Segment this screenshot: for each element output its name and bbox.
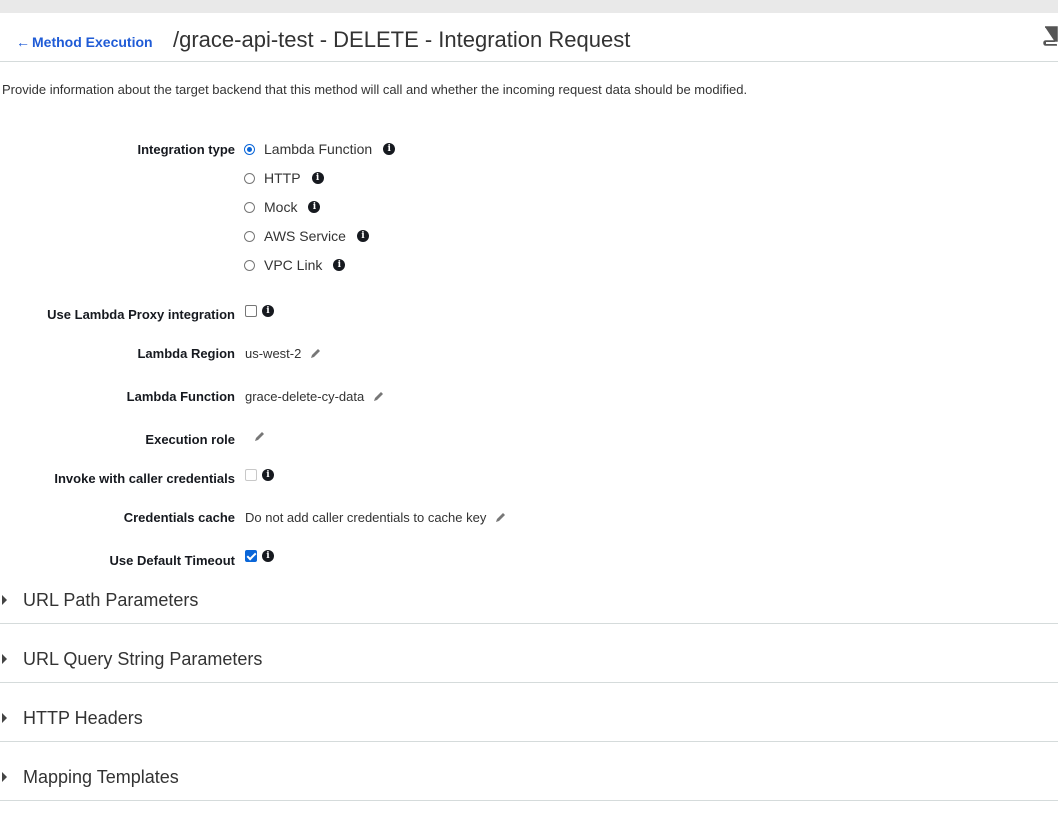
arrow-left-icon: ← [16,34,30,50]
radio-mock[interactable]: Mock i [244,198,321,216]
pencil-icon[interactable] [253,430,266,443]
pencil-icon[interactable] [372,390,385,403]
back-link-label: Method Execution [32,34,153,50]
section-title: URL Path Parameters [23,590,199,610]
credentials-cache-label: Credentials cache [123,510,235,525]
book-icon[interactable] [1042,26,1058,46]
caret-right-icon [2,654,7,664]
radio-button[interactable] [244,259,255,271]
invoke-caller-checkbox[interactable] [245,469,257,481]
radio-aws-service[interactable]: AWS Service i [244,227,369,245]
default-timeout-control: i [245,550,274,562]
section-title: HTTP Headers [23,708,143,728]
section-url-path-parameters[interactable]: URL Path Parameters [0,583,1058,624]
info-icon[interactable]: i [311,172,324,184]
pencil-icon[interactable] [309,347,322,360]
lambda-region-label: Lambda Region [137,346,235,361]
invoke-caller-label: Invoke with caller credentials [54,471,235,486]
lambda-proxy-label: Use Lambda Proxy integration [47,307,235,322]
execution-role-value-row [245,430,266,443]
lambda-proxy-checkbox[interactable] [245,305,257,317]
top-strip [0,0,1058,13]
lambda-function-value: grace-delete-cy-data [245,389,365,404]
radio-button[interactable] [244,143,255,155]
info-icon[interactable]: i [383,143,396,155]
page-header: ← Method Execution /grace-api-test - DELE… [0,13,1058,62]
radio-label: HTTP [264,170,301,186]
radio-vpc-link[interactable]: VPC Link i [244,256,346,274]
invoke-caller-control: i [245,469,274,481]
info-icon[interactable]: i [333,259,346,271]
lambda-region-value-row: us-west-2 [245,346,322,361]
method-execution-link[interactable]: ← Method Execution [16,34,153,50]
radio-label: VPC Link [264,257,323,273]
radio-button[interactable] [244,201,255,213]
lambda-function-value-row: grace-delete-cy-data [245,389,385,404]
pencil-icon[interactable] [494,511,507,524]
radio-lambda-function[interactable]: Lambda Function i [244,140,396,158]
page-title: /grace-api-test - DELETE - Integration R… [173,27,631,52]
radio-button[interactable] [244,172,255,184]
info-icon[interactable]: i [262,550,274,562]
integration-type-label: Integration type [137,142,235,157]
lambda-proxy-control: i [245,305,274,317]
lambda-function-label: Lambda Function [126,389,235,404]
credentials-cache-value: Do not add caller credentials to cache k… [245,510,487,525]
page-description: Provide information about the target bac… [2,82,748,97]
lambda-region-value: us-west-2 [245,346,302,361]
radio-button[interactable] [244,230,255,242]
radio-http[interactable]: HTTP i [244,169,324,187]
section-http-headers[interactable]: HTTP Headers [0,683,1058,742]
credentials-cache-value-row: Do not add caller credentials to cache k… [245,510,507,525]
execution-role-label: Execution role [145,432,235,447]
default-timeout-checkbox[interactable] [245,550,257,562]
info-icon[interactable]: i [262,305,274,317]
section-title: URL Query String Parameters [23,649,263,669]
radio-label: AWS Service [264,228,346,244]
default-timeout-label: Use Default Timeout [109,553,235,568]
info-icon[interactable]: i [308,201,321,213]
caret-right-icon [2,713,7,723]
section-title: Mapping Templates [23,767,179,787]
radio-label: Lambda Function [264,141,373,157]
caret-right-icon [2,595,7,605]
section-url-query-string-parameters[interactable]: URL Query String Parameters [0,624,1058,683]
info-icon[interactable]: i [262,469,274,481]
info-icon[interactable]: i [356,230,369,242]
caret-right-icon [2,772,7,782]
section-mapping-templates[interactable]: Mapping Templates [0,742,1058,801]
radio-label: Mock [264,199,298,215]
